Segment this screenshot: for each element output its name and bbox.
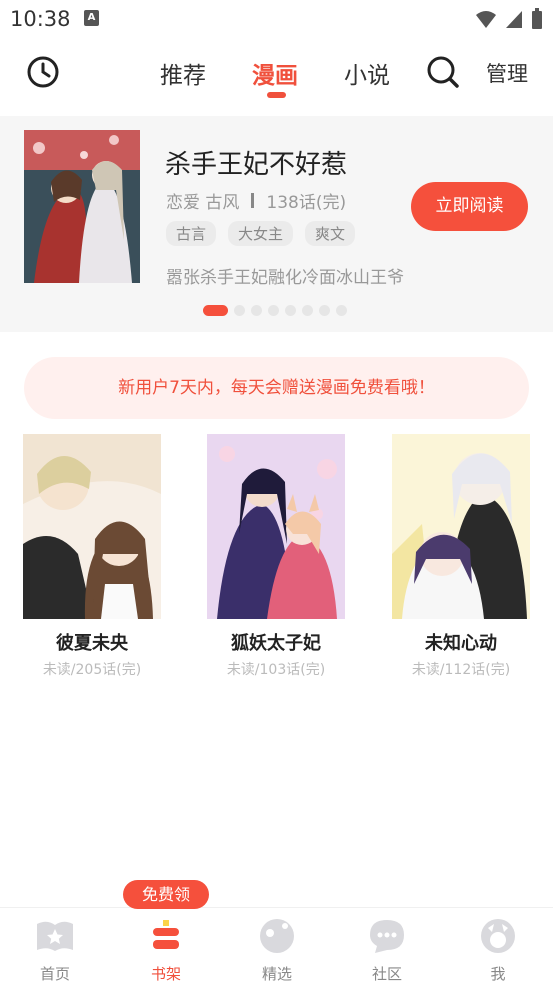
carousel-dot[interactable] <box>336 305 347 316</box>
wifi-icon <box>476 11 496 28</box>
featured-genre: 恋爱 古风 <box>166 193 240 213</box>
signal-icon <box>506 11 522 28</box>
tag[interactable]: 古言 <box>166 221 217 246</box>
featured-chapters: 138话(完) <box>266 193 347 213</box>
status-time: 10:38 <box>10 7 71 31</box>
manage-button[interactable]: 管理 <box>486 58 528 88</box>
tab-comics[interactable]: 漫画 <box>252 56 298 90</box>
carousel-dot[interactable] <box>285 305 296 316</box>
book-card[interactable]: 彼夏未央 未读/205话(完) <box>23 434 161 679</box>
carousel-dot[interactable] <box>302 305 313 316</box>
nav-label: 精选 <box>261 965 292 983</box>
nav-featured[interactable]: 精选 <box>237 916 317 984</box>
a-icon: A <box>84 10 99 26</box>
nav-label: 书架 <box>150 965 181 983</box>
tag[interactable]: 爽文 <box>305 221 356 246</box>
book-status: 未读/205话(完) <box>42 662 142 678</box>
tab-recommend[interactable]: 推荐 <box>160 56 206 90</box>
carousel-dot[interactable] <box>251 305 262 316</box>
nav-home[interactable]: 首页 <box>15 916 95 984</box>
history-clock-icon[interactable] <box>26 55 60 89</box>
featured-description: 嚣张杀手王妃融化冷面冰山王爷 <box>166 268 404 288</box>
search-icon[interactable] <box>426 55 460 89</box>
book-title[interactable]: 彼夏未央 <box>23 629 161 655</box>
carousel-dot[interactable] <box>268 305 279 316</box>
tag[interactable]: 大女主 <box>228 221 294 246</box>
nav-bookshelf[interactable]: 书架 <box>126 916 206 984</box>
book-card[interactable]: 狐妖太子妃 未读/103话(完) <box>207 434 345 679</box>
new-user-promo[interactable]: 新用户7天内，每天会赠送漫画免费看哦！ <box>24 357 529 419</box>
featured-tags: 古言 大女主 爽文 <box>166 221 356 246</box>
book-cover-image[interactable] <box>207 434 345 619</box>
chat-bubble-icon <box>370 920 404 953</box>
profile-icon <box>481 919 515 953</box>
book-status: 未读/112话(完) <box>411 662 511 678</box>
carousel-dot-active[interactable] <box>203 305 228 316</box>
top-nav: 推荐 漫画 小说 管理 <box>0 38 553 116</box>
status-bar: 10:38 A <box>0 0 553 38</box>
bookshelf-icon <box>153 920 179 949</box>
book-title[interactable]: 狐妖太子妃 <box>207 629 345 655</box>
nav-label: 社区 <box>371 965 402 983</box>
nav-label: 首页 <box>39 965 70 983</box>
nav-community[interactable]: 社区 <box>347 916 427 984</box>
carousel-indicator[interactable] <box>203 305 347 316</box>
tab-indicator <box>267 92 286 98</box>
featured-meta: 恋爱 古风 138话(完) <box>166 188 346 213</box>
featured-cover-image[interactable] <box>24 130 140 283</box>
book-card[interactable]: 未知心动 未读/112话(完) <box>392 434 530 679</box>
status-icons <box>475 8 543 30</box>
nav-profile[interactable]: 我 <box>458 916 538 984</box>
nav-label: 我 <box>490 965 506 983</box>
carousel-dot[interactable] <box>319 305 330 316</box>
book-star-icon <box>37 921 73 951</box>
carousel-dot[interactable] <box>234 305 245 316</box>
planet-icon <box>260 919 294 953</box>
tab-novels[interactable]: 小说 <box>344 56 390 90</box>
meta-divider <box>251 193 255 208</box>
battery-icon <box>532 8 542 29</box>
book-title[interactable]: 未知心动 <box>392 629 530 655</box>
bottom-nav: 首页 书架 精选 社区 我 <box>0 907 553 984</box>
featured-title[interactable]: 杀手王妃不好惹 <box>165 144 347 181</box>
book-cover-image[interactable] <box>392 434 530 619</box>
book-status: 未读/103话(完) <box>226 662 326 678</box>
featured-banner[interactable]: 杀手王妃不好惹 恋爱 古风 138话(完) 古言 大女主 爽文 嚣张杀手王妃融化… <box>0 116 553 332</box>
free-claim-badge[interactable]: 免费领 <box>123 880 209 909</box>
book-cover-image[interactable] <box>23 434 161 619</box>
read-now-button[interactable]: 立即阅读 <box>411 182 528 231</box>
